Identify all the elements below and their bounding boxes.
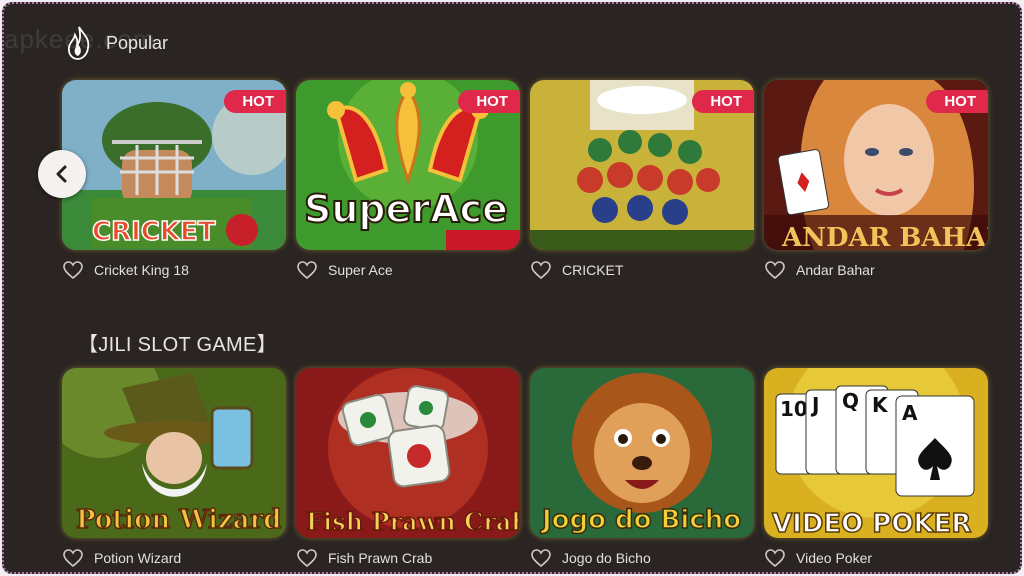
game-card-super-ace[interactable]: SuperAce HOT Super Ace xyxy=(296,80,520,280)
game-card-potion-wizard[interactable]: Potion Wizard Potion Wizard xyxy=(62,368,286,568)
art-title: Fish Prawn Crab xyxy=(306,507,520,536)
carousel-prev-button[interactable] xyxy=(38,150,86,198)
chevron-left-icon xyxy=(56,165,67,183)
heart-icon[interactable] xyxy=(764,260,786,280)
card-rank: J xyxy=(810,393,819,417)
heart-icon[interactable] xyxy=(62,548,84,568)
jili-slot-title: 【JILI SLOT GAME】 xyxy=(78,334,277,356)
art-title: Jogo do Bicho xyxy=(540,505,741,535)
hot-badge: HOT xyxy=(692,90,754,113)
game-name: CRICKET xyxy=(562,262,624,278)
hot-badge: HOT xyxy=(926,90,988,113)
game-thumbnail[interactable]: 10 J Q K A VIDEO POKER xyxy=(764,368,988,538)
game-card-andar-bahar[interactable]: ANDAR BAHAR HOT Andar Bahar xyxy=(764,80,988,280)
game-caption: Video Poker xyxy=(764,548,988,568)
game-caption: Fish Prawn Crab xyxy=(296,548,520,568)
lobby-frame: apkeee.com Popular CRICKET HOT Cricket K… xyxy=(2,2,1022,574)
hot-badge: HOT xyxy=(458,90,520,113)
art-title: VIDEO POKER xyxy=(772,509,971,538)
game-thumbnail[interactable]: CRICKET HOT xyxy=(62,80,286,250)
heart-icon[interactable] xyxy=(530,548,552,568)
card-rank: 10 xyxy=(780,397,808,421)
game-name: Cricket King 18 xyxy=(94,262,189,278)
popular-title: Popular xyxy=(106,32,169,53)
heart-icon[interactable] xyxy=(530,260,552,280)
game-card-cricket[interactable]: HOT CRICKET xyxy=(530,80,754,280)
heart-icon[interactable] xyxy=(296,548,318,568)
popular-header: Popular xyxy=(66,26,168,60)
game-card-video-poker[interactable]: 10 J Q K A VIDEO POKER Video Poker xyxy=(764,368,988,568)
art-title: ANDAR BAHAR xyxy=(781,223,988,250)
game-caption: Cricket King 18 xyxy=(62,260,286,280)
game-thumbnail[interactable]: HOT xyxy=(530,80,754,250)
card-rank: A xyxy=(902,401,918,425)
card-rank: Q xyxy=(842,389,859,413)
flame-icon xyxy=(67,26,90,60)
game-name: Fish Prawn Crab xyxy=(328,550,433,566)
game-card-fish-prawn-crab[interactable]: Fish Prawn Crab Fish Prawn Crab xyxy=(296,368,520,568)
game-name: Potion Wizard xyxy=(94,550,182,566)
game-caption: Super Ace xyxy=(296,260,520,280)
game-card-jogo-do-bicho[interactable]: Jogo do Bicho Jogo do Bicho xyxy=(530,368,754,568)
game-thumbnail[interactable]: SuperAce HOT xyxy=(296,80,520,250)
game-caption: Jogo do Bicho xyxy=(530,548,754,568)
heart-icon[interactable] xyxy=(62,260,84,280)
art-title: CRICKET xyxy=(92,217,216,247)
game-name: Andar Bahar xyxy=(796,262,875,278)
card-rank: K xyxy=(872,393,889,417)
game-card-cricket-king[interactable]: CRICKET HOT Cricket King 18 xyxy=(62,80,286,280)
game-caption: Andar Bahar xyxy=(764,260,988,280)
heart-icon[interactable] xyxy=(296,260,318,280)
game-thumbnail[interactable]: Potion Wizard xyxy=(62,368,286,538)
game-thumbnail[interactable]: ANDAR BAHAR HOT xyxy=(764,80,988,250)
game-thumbnail[interactable]: Fish Prawn Crab xyxy=(296,368,520,538)
art-title: SuperAce xyxy=(304,187,508,231)
art-title: Potion Wizard xyxy=(76,505,282,535)
game-name: Jogo do Bicho xyxy=(562,550,651,566)
game-name: Super Ace xyxy=(328,262,393,278)
game-caption: CRICKET xyxy=(530,260,754,280)
game-caption: Potion Wizard xyxy=(62,548,286,568)
heart-icon[interactable] xyxy=(764,548,786,568)
game-thumbnail[interactable]: Jogo do Bicho xyxy=(530,368,754,538)
jili-slot-header: 【JILI SLOT GAME】 xyxy=(78,328,277,357)
game-name: Video Poker xyxy=(796,550,873,566)
hot-badge: HOT xyxy=(224,90,286,113)
